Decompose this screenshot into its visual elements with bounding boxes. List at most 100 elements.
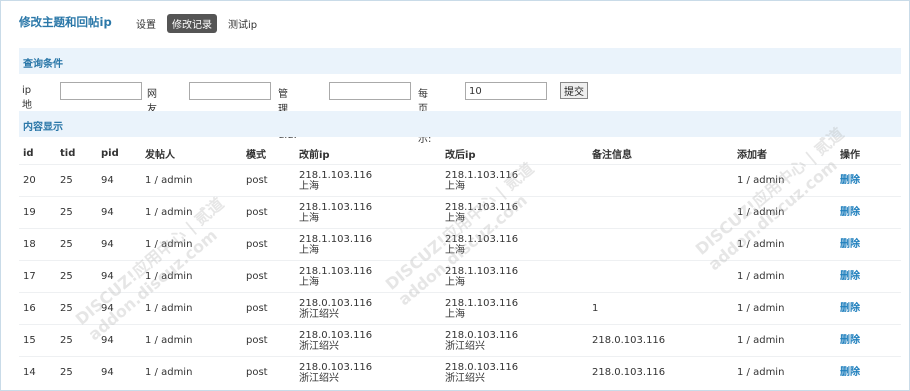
cell-poster: 1 / admin: [141, 196, 242, 229]
col-adder: 添加者: [737, 149, 767, 161]
after-ip-value: 218.1.103.116: [445, 233, 519, 245]
cell-tid: 25: [56, 196, 97, 229]
table-row: 18 25 94 1 / admin post 218.1.103.116 上海 218.1.…: [19, 228, 901, 261]
uid-input[interactable]: [189, 82, 271, 100]
delete-link[interactable]: 删除: [840, 207, 860, 218]
after-ip-value: 218.1.103.116: [445, 169, 519, 181]
edit-log-table: id tid pid 发帖人 模式 改前ip 改后ip 备注信息 添加者 操作 …: [19, 142, 901, 388]
cell-action: 删除: [836, 164, 901, 197]
before-ip-location: 上海: [299, 244, 319, 256]
cell-poster: 1 / admin: [141, 356, 242, 388]
cell-note: [588, 228, 733, 261]
cell-adder: 1 / admin: [733, 196, 836, 229]
cell-id: 16: [19, 292, 56, 325]
after-ip-location: 浙江绍兴: [445, 372, 485, 384]
col-after-ip: 改后ip: [445, 149, 476, 161]
cell-pid: 94: [97, 260, 141, 293]
before-ip-location: 浙江绍兴: [299, 372, 339, 384]
table-row: 19 25 94 1 / admin post 218.1.103.116 上海 218.1.…: [19, 196, 901, 229]
cell-pid: 94: [97, 356, 141, 388]
admin-uid-input[interactable]: [329, 82, 411, 100]
delete-link[interactable]: 删除: [840, 239, 860, 250]
cell-note: [588, 164, 733, 197]
after-ip-location: 上海: [445, 276, 465, 288]
cell-poster: 1 / admin: [141, 228, 242, 261]
cell-tid: 25: [56, 260, 97, 293]
cell-before-ip: 218.1.103.116 上海: [295, 164, 441, 197]
before-ip-value: 218.0.103.116: [299, 361, 373, 373]
cell-mode: post: [242, 196, 295, 229]
cell-action: 删除: [836, 196, 901, 229]
cell-id: 20: [19, 164, 56, 197]
cell-mode: post: [242, 356, 295, 388]
after-ip-location: 浙江绍兴: [445, 340, 485, 352]
cell-tid: 25: [56, 356, 97, 388]
before-ip-location: 上海: [299, 180, 319, 192]
cell-before-ip: 218.0.103.116 浙江绍兴: [295, 356, 441, 388]
cell-mode: post: [242, 164, 295, 197]
before-ip-value: 218.0.103.116: [299, 329, 373, 341]
query-section-title: 查询条件: [23, 59, 63, 70]
cell-pid: 94: [97, 324, 141, 357]
after-ip-location: 上海: [445, 180, 465, 192]
cell-id: 19: [19, 196, 56, 229]
col-id: id: [23, 147, 34, 159]
cell-poster: 1 / admin: [141, 260, 242, 293]
after-ip-value: 218.1.103.116: [445, 201, 519, 213]
cell-adder: 1 / admin: [733, 164, 836, 197]
after-ip-location: 上海: [445, 308, 465, 320]
before-ip-location: 浙江绍兴: [299, 308, 339, 320]
cell-id: 14: [19, 356, 56, 388]
tab-test-ip[interactable]: 测试ip: [223, 14, 262, 33]
cell-tid: 25: [56, 164, 97, 197]
cell-before-ip: 218.1.103.116 上海: [295, 228, 441, 261]
cell-note: [588, 196, 733, 229]
table-row: 17 25 94 1 / admin post 218.1.103.116 上海 218.1.…: [19, 260, 901, 293]
cell-after-ip: 218.1.103.116 上海: [441, 196, 588, 229]
after-ip-value: 218.0.103.116: [445, 361, 519, 373]
before-ip-value: 218.1.103.116: [299, 169, 373, 181]
cell-action: 删除: [836, 324, 901, 357]
delete-link[interactable]: 删除: [840, 335, 860, 346]
cell-tid: 25: [56, 292, 97, 325]
cell-pid: 94: [97, 292, 141, 325]
after-ip-location: 上海: [445, 244, 465, 256]
ip-input[interactable]: [60, 82, 142, 100]
cell-before-ip: 218.1.103.116 上海: [295, 196, 441, 229]
cell-action: 删除: [836, 260, 901, 293]
cell-after-ip: 218.1.103.116 上海: [441, 164, 588, 197]
submit-button[interactable]: 提交: [560, 82, 588, 99]
after-ip-value: 218.1.103.116: [445, 297, 519, 309]
table-header-row: id tid pid 发帖人 模式 改前ip 改后ip 备注信息 添加者 操作: [19, 142, 901, 165]
after-ip-value: 218.1.103.116: [445, 265, 519, 277]
cell-after-ip: 218.1.103.116 上海: [441, 260, 588, 293]
delete-link[interactable]: 删除: [840, 367, 860, 378]
tab-settings[interactable]: 设置: [131, 14, 161, 33]
cell-after-ip: 218.1.103.116 上海: [441, 292, 588, 325]
cell-mode: post: [242, 260, 295, 293]
cell-adder: 1 / admin: [733, 324, 836, 357]
per-page-input[interactable]: [465, 82, 547, 100]
cell-mode: post: [242, 324, 295, 357]
delete-link[interactable]: 删除: [840, 271, 860, 282]
before-ip-location: 上海: [299, 212, 319, 224]
delete-link[interactable]: 删除: [840, 175, 860, 186]
cell-poster: 1 / admin: [141, 292, 242, 325]
content-section-title: 内容显示: [23, 122, 63, 133]
cell-note: 218.0.103.116: [588, 324, 733, 357]
tab-edit-log[interactable]: 修改记录: [167, 14, 217, 33]
content-section-header: 内容显示: [19, 111, 901, 137]
cell-pid: 94: [97, 196, 141, 229]
cell-id: 18: [19, 228, 56, 261]
cell-poster: 1 / admin: [141, 164, 242, 197]
cell-tid: 25: [56, 324, 97, 357]
after-ip-location: 上海: [445, 212, 465, 224]
before-ip-value: 218.1.103.116: [299, 233, 373, 245]
nav-tabs: 设置 修改记录 测试ip: [131, 14, 262, 33]
top-bar: 修改主题和回帖ip 设置 修改记录 测试ip: [1, 1, 909, 39]
delete-link[interactable]: 删除: [840, 303, 860, 314]
table-row: 15 25 94 1 / admin post 218.0.103.116 浙江绍兴 218.…: [19, 324, 901, 357]
before-ip-value: 218.1.103.116: [299, 265, 373, 277]
col-tid: tid: [60, 147, 76, 159]
after-ip-value: 218.0.103.116: [445, 329, 519, 341]
